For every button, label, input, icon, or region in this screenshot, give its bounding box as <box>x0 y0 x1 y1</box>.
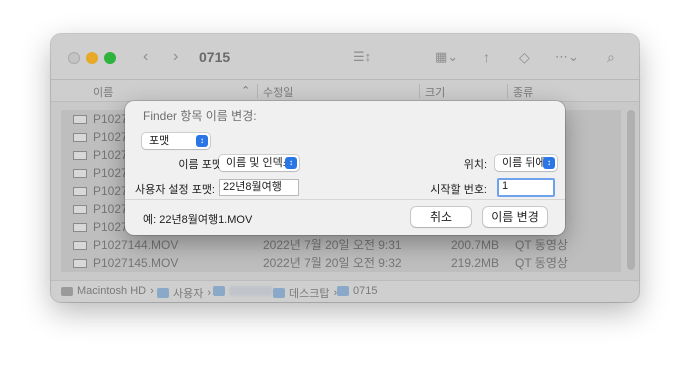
mode-popup[interactable]: 포맷 ↕ <box>142 133 210 149</box>
movie-file-icon <box>73 133 87 142</box>
movie-file-icon <box>73 205 87 214</box>
popup-arrows-icon: ↕ <box>543 157 555 169</box>
back-icon[interactable]: ‹ <box>143 48 148 66</box>
path-item-0715[interactable]: 0715 <box>337 285 377 297</box>
path-item-desktop[interactable]: 데스크탑 › <box>273 285 337 301</box>
position-value: 이름 뒤에 <box>502 157 546 169</box>
minimize-window-button[interactable] <box>86 52 98 64</box>
window-title: 0715 <box>199 49 231 65</box>
file-kind: QT 동영상 <box>515 256 568 270</box>
tag-icon[interactable]: ◇ <box>519 48 530 66</box>
popup-arrows-icon: ↕ <box>285 157 297 169</box>
file-date: 2022년 7월 20일 오전 9:32 <box>263 256 402 270</box>
custom-format-label: 사용자 설정 포맷: <box>134 184 215 196</box>
column-name[interactable]: 이름 <box>93 84 113 100</box>
movie-file-icon <box>73 259 87 268</box>
file-name: P1027145.MOV <box>93 256 179 270</box>
file-name: P1027 <box>93 166 128 180</box>
toolbar: ‹ › 0715 ☰↕ ▦⌄ ↑ ◇ ⋯⌄ ⌕ <box>51 34 639 80</box>
folder-icon <box>273 288 285 298</box>
column-modified[interactable]: 수정일 <box>263 84 293 100</box>
path-label: 0715 <box>353 285 378 297</box>
position-popup[interactable]: 이름 뒤에 ↕ <box>495 155 557 171</box>
path-chevron-icon: › <box>150 285 154 297</box>
mode-value: 포맷 <box>149 135 170 147</box>
file-date: 2022년 7월 20일 오전 9:31 <box>263 238 402 252</box>
file-name: P1027 <box>93 184 128 198</box>
name-format-label: 이름 포맷: <box>178 159 225 171</box>
start-number-field[interactable]: 1 <box>497 178 555 197</box>
path-item-disk[interactable]: Macintosh HD › <box>61 285 154 297</box>
path-bar: Macintosh HD› 사용자› › 데스크탑› 0715 <box>51 280 639 302</box>
file-row[interactable]: P1027145.MOV 2022년 7월 20일 오전 9:32 219.2MB Q… <box>61 254 621 272</box>
movie-file-icon <box>73 151 87 160</box>
path-item-home[interactable]: › <box>213 285 281 297</box>
column-size[interactable]: 크기 <box>425 84 445 100</box>
vertical-scrollbar[interactable] <box>627 110 635 270</box>
path-chevron-icon: › <box>207 287 212 299</box>
group-icon[interactable]: ▦⌄ <box>435 48 458 66</box>
start-number-label: 시작할 번호: <box>430 184 487 196</box>
popup-arrows-icon: ↕ <box>196 135 208 147</box>
close-window-button[interactable] <box>68 52 80 64</box>
file-kind: QT 동영상 <box>515 238 568 252</box>
name-format-popup[interactable]: 이름 및 인덱스 ↕ <box>219 155 299 171</box>
file-row[interactable]: P1027144.MOV 2022년 7월 20일 오전 9:31 200.7MB Q… <box>61 236 621 254</box>
column-header: 이름 ⌃ 수정일 크기 종류 <box>51 80 639 102</box>
path-label: 데스크탑 <box>289 288 330 300</box>
search-icon[interactable]: ⌕ <box>607 48 615 66</box>
movie-file-icon <box>73 223 87 232</box>
path-label: 사용자 <box>173 288 204 300</box>
dialog-divider <box>125 199 565 200</box>
file-size: 200.7MB <box>451 238 500 252</box>
zoom-window-button[interactable] <box>104 52 116 64</box>
sort-chevron-icon: ⌃ <box>241 85 251 97</box>
path-label: Macintosh HD <box>77 285 147 297</box>
file-name: P1027 <box>93 220 128 234</box>
position-label: 위치: <box>463 159 487 171</box>
column-divider <box>257 84 258 98</box>
forward-icon[interactable]: › <box>173 48 178 66</box>
list-view-icon[interactable]: ☰↕ <box>353 48 371 66</box>
column-kind[interactable]: 종류 <box>513 84 533 100</box>
cancel-button[interactable]: 취소 <box>411 207 471 227</box>
file-name: P1027 <box>93 202 128 216</box>
example-preview: 예: 22년8월여행1.MOV <box>143 214 253 226</box>
file-name: P1027 <box>93 130 128 144</box>
redacted-username <box>229 286 273 296</box>
movie-file-icon <box>73 187 87 196</box>
movie-file-icon <box>73 115 87 124</box>
home-folder-icon <box>213 286 225 296</box>
column-divider <box>507 84 508 98</box>
movie-file-icon <box>73 241 87 250</box>
custom-format-field[interactable]: 22년8월여행 <box>219 179 299 196</box>
file-name: P1027144.MOV <box>93 238 179 252</box>
hard-disk-icon <box>61 286 73 296</box>
movie-file-icon <box>73 169 87 178</box>
dialog-title: Finder 항목 이름 변경: <box>143 109 257 123</box>
rename-dialog: Finder 항목 이름 변경: 포맷 ↕ 이름 포맷: 이름 및 인덱스 ↕ … <box>125 101 565 235</box>
folder-icon <box>337 286 349 296</box>
more-actions-icon[interactable]: ⋯⌄ <box>555 48 579 66</box>
file-size: 219.2MB <box>451 256 500 270</box>
path-item-users[interactable]: 사용자 › <box>157 285 211 301</box>
rename-button[interactable]: 이름 변경 <box>483 207 547 227</box>
folder-icon <box>157 288 169 298</box>
file-name: P1027 <box>93 112 128 126</box>
share-icon[interactable]: ↑ <box>483 48 490 66</box>
column-divider <box>419 84 420 98</box>
name-format-value: 이름 및 인덱스 <box>226 157 293 169</box>
file-name: P1027 <box>93 148 128 162</box>
